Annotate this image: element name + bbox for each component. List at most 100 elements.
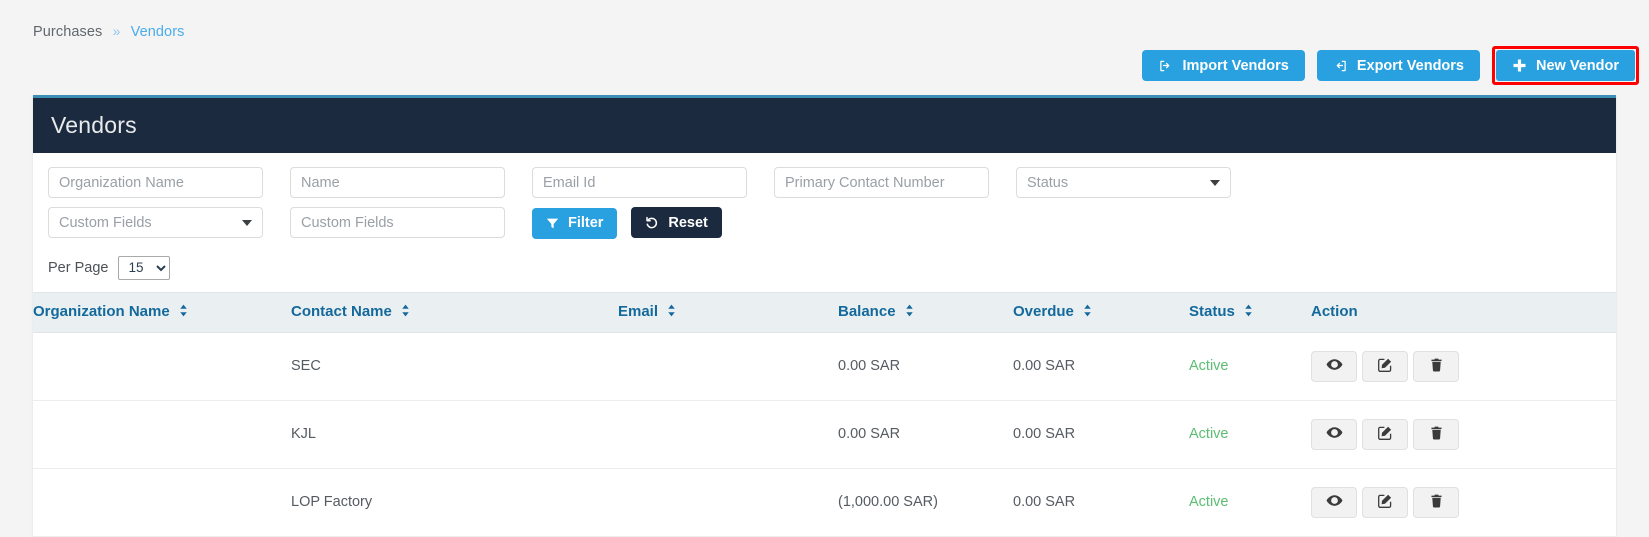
filter-custom-fields-input-cell [290,207,532,238]
panel-header: Vendors [33,98,1616,153]
pencil-square-icon [1377,425,1393,444]
action-spacer [1409,419,1412,450]
table-row: SEC0.00 SAR0.00 SARActive [33,332,1616,400]
table-row: KJL 0.00 SAR 0.00 SAR Active [33,400,1616,468]
cell-status: Active [1189,468,1311,536]
cell-status-value: Active [1189,358,1229,374]
pencil-square-icon [1377,493,1393,512]
cell-overdue-value: 0.00 SAR [1013,426,1075,442]
custom-fields-input[interactable] [290,207,505,238]
delete-button[interactable] [1413,351,1459,382]
page-title: Vendors [51,112,137,139]
table-row: LOP Factory (1,000.00 SAR)0.00 SAR Active [33,468,1616,536]
cell-action [1311,468,1616,536]
column-label: Email [618,303,658,320]
import-vendors-button[interactable]: Import Vendors [1142,50,1304,81]
filter-organization-name-cell [48,167,290,198]
column-header-email[interactable]: Email [618,292,838,332]
cell-balance: (1,000.00 SAR) [838,468,1013,536]
per-page-label: Per Page [48,260,108,276]
column-header-contact-name[interactable]: Contact Name [291,292,618,332]
filter-contact-number-cell [774,167,1016,198]
cell-contact-name-value: LOP Factory [291,494,372,510]
filter-row-one [48,167,1601,198]
cell-status-value: Active [1189,426,1229,442]
edit-button[interactable] [1362,351,1408,382]
cell-contact-name-value: KJL [291,426,316,442]
column-label: Overdue [1013,303,1074,320]
edit-button[interactable] [1362,487,1408,518]
cell-action [1311,400,1616,468]
row-action-group [1311,419,1616,450]
column-header-status[interactable]: Status [1189,292,1311,332]
export-vendors-label: Export Vendors [1357,58,1464,74]
cell-contact-name: SEC [291,332,618,400]
cell-balance: 0.00 SAR [838,400,1013,468]
name-input[interactable] [290,167,505,198]
reset-button-label: Reset [668,215,708,231]
delete-button[interactable] [1413,419,1459,450]
trash-icon [1429,493,1444,512]
sort-icon [905,304,914,321]
filter-button[interactable]: Filter [532,208,617,239]
breadcrumb-separator-icon: » [113,23,121,39]
vendors-panel: Vendors [33,95,1616,537]
column-label: Balance [838,303,896,320]
pencil-square-icon [1377,357,1393,376]
eye-icon [1326,492,1343,512]
breadcrumb-current[interactable]: Vendors [131,24,185,40]
cell-balance-value: 0.00 SAR [838,426,900,442]
filter-row-two: Filter Reset [48,207,1601,239]
breadcrumb-parent[interactable]: Purchases [33,24,102,40]
action-spacer [1358,419,1361,450]
cell-overdue-value: 0.00 SAR [1013,494,1075,510]
status-select[interactable] [1016,167,1231,198]
cell-overdue: 0.00 SAR [1013,400,1189,468]
sign-in-arrow-icon [1158,59,1173,73]
trash-icon [1429,425,1444,444]
export-vendors-button[interactable]: Export Vendors [1317,50,1480,81]
page-action-toolbar: Import Vendors Export Vendors New Vendor [1142,46,1641,85]
breadcrumb: Purchases » Vendors [33,23,185,40]
table-header: Organization Name Contact Name [33,292,1616,332]
new-vendor-button[interactable]: New Vendor [1496,50,1635,81]
custom-fields-select[interactable] [48,207,263,238]
filter-button-label: Filter [568,215,603,231]
edit-button[interactable] [1362,419,1408,450]
view-button[interactable] [1311,351,1357,382]
action-spacer [1358,487,1361,518]
import-vendors-label: Import Vendors [1182,58,1288,74]
eye-icon [1326,356,1343,376]
filter-section: Filter Reset [33,153,1616,239]
cell-contact-name-value: SEC [291,358,321,374]
organization-name-input[interactable] [48,167,263,198]
cell-organization-name [33,332,291,400]
email-id-input[interactable] [532,167,747,198]
row-action-group [1311,487,1616,518]
cell-email [618,468,838,536]
cell-email [618,332,838,400]
column-header-action: Action [1311,292,1616,332]
cell-status-value: Active [1189,494,1229,510]
table-body: SEC0.00 SAR0.00 SARActive KJL 0.00 SAR 0.00… [33,332,1616,536]
action-spacer [1358,351,1361,382]
cell-organization-name [33,400,291,468]
primary-contact-number-input[interactable] [774,167,989,198]
delete-button[interactable] [1413,487,1459,518]
cell-status: Active [1189,400,1311,468]
view-button[interactable] [1311,419,1357,450]
column-header-overdue[interactable]: Overdue [1013,292,1189,332]
sort-icon [401,304,410,321]
sort-icon [1244,304,1253,321]
filter-status-cell [1016,167,1258,198]
reset-button[interactable]: Reset [631,207,722,238]
trash-icon [1429,357,1444,376]
column-label: Contact Name [291,303,392,320]
column-label: Action [1311,303,1358,320]
column-header-organization-name[interactable]: Organization Name [33,292,291,332]
action-spacer [1409,351,1412,382]
view-button[interactable] [1311,487,1357,518]
column-label: Status [1189,303,1235,320]
per-page-select[interactable]: 152550100 [118,256,170,280]
column-header-balance[interactable]: Balance [838,292,1013,332]
